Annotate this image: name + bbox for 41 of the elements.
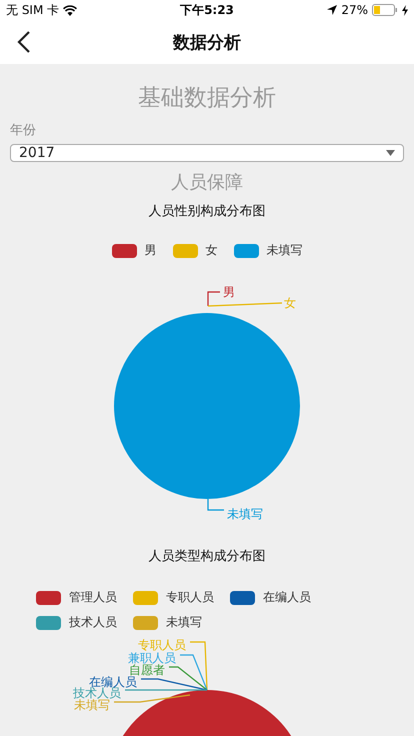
section-title: 人员保障 — [171, 171, 243, 194]
page-title: 基础数据分析 — [138, 84, 276, 113]
legend-swatch[interactable] — [133, 616, 158, 630]
slice-label: 未填写 — [227, 507, 263, 521]
legend-swatch[interactable] — [36, 616, 61, 630]
charging-icon — [402, 4, 408, 16]
wifi-icon — [63, 4, 78, 16]
slice-label: 女 — [284, 296, 296, 310]
legend-swatch[interactable] — [112, 244, 136, 258]
nav-title: 数据分析 — [173, 32, 241, 54]
legend-label: 未填写 — [266, 242, 302, 259]
legend-swatch[interactable] — [133, 590, 158, 604]
slice-label: 专职人员 — [138, 638, 186, 652]
legend-label: 专职人员 — [166, 589, 214, 606]
slice-label: 未填写 — [74, 698, 110, 712]
field-label: 年份 — [10, 122, 36, 139]
legend-label: 男 — [144, 242, 156, 259]
location-icon — [327, 5, 338, 15]
slice-label: 在编人员 — [89, 675, 137, 689]
legend-label: 在编人员 — [263, 589, 311, 606]
legend-label: 未填写 — [166, 614, 202, 631]
slice-label: 自愿者 — [129, 663, 165, 677]
battery-percent: 27% — [341, 3, 368, 17]
legend-label: 技术人员 — [69, 614, 117, 631]
legend-swatch[interactable] — [230, 590, 255, 604]
year-select[interactable]: 2017 — [10, 144, 404, 162]
legend-label: 女 — [206, 242, 218, 259]
leader-line — [207, 499, 224, 511]
chart-title: 人员类型构成分布图 — [148, 548, 266, 565]
legend-swatch[interactable] — [234, 244, 258, 258]
slice-label: 男 — [223, 285, 235, 299]
slice-label: 兼职人员 — [128, 651, 176, 665]
legend-label: 管理人员 — [69, 589, 117, 606]
battery-icon — [372, 4, 398, 16]
slice-label: 技术人员 — [73, 686, 121, 700]
legend-swatch[interactable] — [36, 590, 61, 604]
dropdown-caret-icon — [386, 150, 395, 156]
chart-title: 人员性别构成分布图 — [148, 203, 266, 220]
clock-time: 下午5:23 — [180, 2, 234, 18]
carrier-text: 无 SIM 卡 — [6, 2, 60, 18]
legend-swatch[interactable] — [172, 244, 198, 258]
